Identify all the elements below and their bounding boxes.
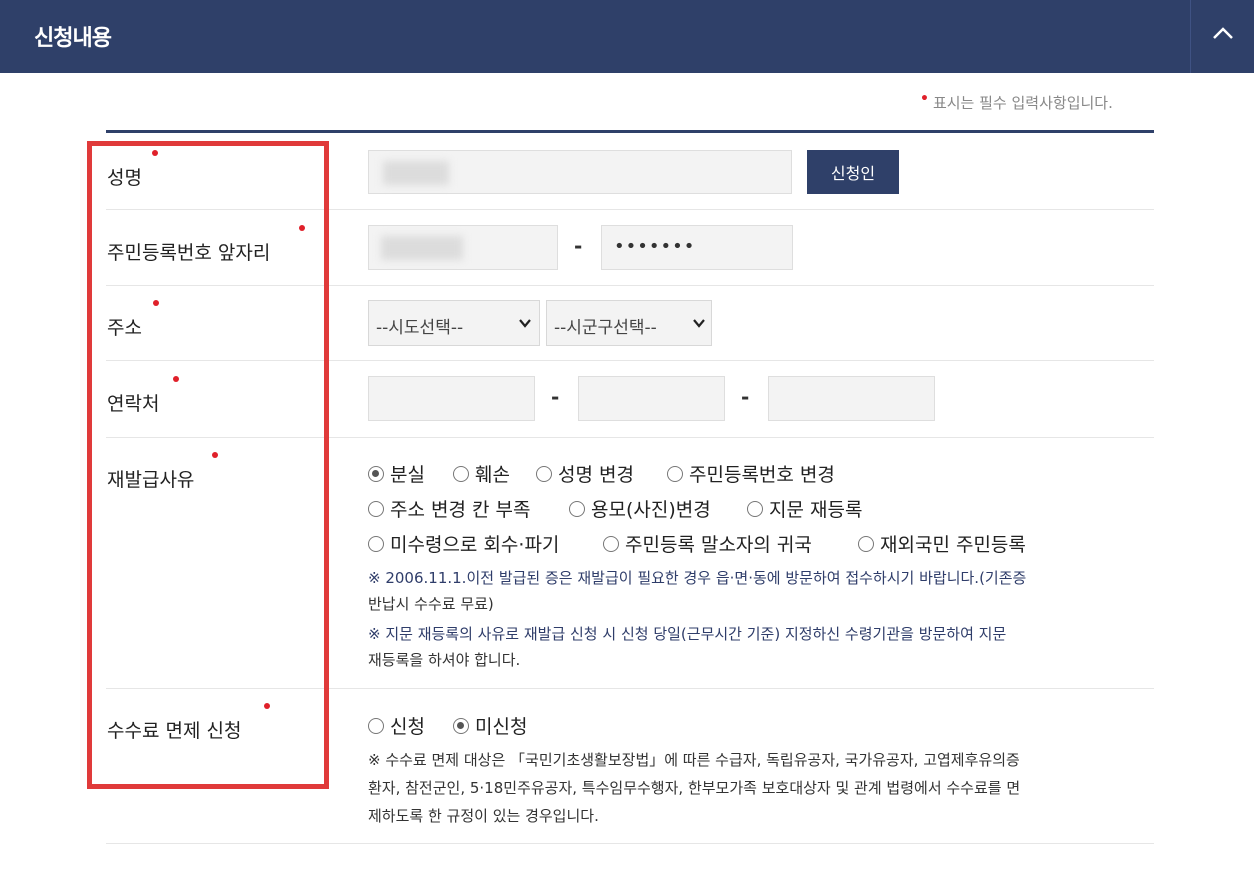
radio-button[interactable]	[747, 500, 763, 517]
masked-value: •••••••	[614, 236, 696, 257]
option-label: 훼손	[475, 464, 510, 486]
radio-button[interactable]	[453, 717, 469, 734]
radio-button[interactable]	[536, 465, 552, 482]
phone-dash: -	[741, 385, 750, 409]
required-dot	[299, 225, 305, 231]
row-divider	[106, 285, 1154, 286]
required-note-text: 표시는 필수 입력사항입니다.	[932, 94, 1113, 112]
radio-button[interactable]	[858, 535, 874, 552]
fee-option-not-apply[interactable]: 미신청	[453, 712, 527, 739]
section-header: 신청내용	[0, 0, 1254, 73]
applicant-button[interactable]: 신청인	[807, 150, 899, 194]
radio-button[interactable]	[368, 465, 384, 482]
radio-button[interactable]	[453, 465, 469, 482]
reason-note-line: ※ 2006.11.1.이전 발급된 증은 재발급이 필요한 경우 읍·면·동에…	[368, 569, 1027, 587]
rrn-back-input[interactable]: •••••••	[601, 225, 793, 270]
collapse-button[interactable]	[1191, 0, 1254, 73]
option-label: 주민등록번호 변경	[689, 464, 835, 486]
required-marker: •	[920, 91, 929, 107]
required-dot	[153, 300, 159, 306]
row-divider	[106, 843, 1154, 844]
option-label: 주소 변경 칸 부족	[390, 499, 531, 521]
option-label: 주민등록 말소자의 귀국	[625, 534, 812, 556]
option-label: 분실	[390, 464, 425, 486]
reason-note-line: ※ 지문 재등록의 사유로 재발급 신청 시 신청 당일(근무시간 기준) 지정…	[368, 625, 1007, 643]
radio-button[interactable]	[368, 500, 384, 517]
option-label: 미수령으로 회수·파기	[390, 534, 560, 556]
fee-exemption-label: 수수료 면제 신청	[107, 720, 242, 742]
radio-button[interactable]	[368, 535, 384, 552]
required-dot	[173, 376, 179, 382]
form-top-border	[106, 130, 1154, 133]
phone-dash: -	[551, 385, 560, 409]
required-dot	[264, 703, 270, 709]
reason-option-rrn-change[interactable]: 주민등록번호 변경	[667, 460, 835, 487]
address-label: 주소	[107, 317, 142, 339]
reason-option-fingerprint[interactable]: 지문 재등록	[747, 495, 862, 522]
rrn-front-input[interactable]	[368, 225, 558, 270]
option-label: 성명 변경	[558, 464, 634, 486]
radio-button[interactable]	[667, 465, 683, 482]
redacted-value	[381, 236, 463, 260]
required-note: • 표시는 필수 입력사항입니다.	[920, 91, 1113, 113]
radio-button[interactable]	[368, 717, 384, 734]
fee-note-line: 제하도록 한 규정이 있는 경우입니다.	[368, 807, 599, 825]
reason-label: 재발급사유	[107, 469, 195, 491]
row-divider	[106, 360, 1154, 361]
radio-button[interactable]	[569, 500, 585, 517]
reason-option-photo-change[interactable]: 용모(사진)변경	[569, 495, 711, 522]
reason-option-loss[interactable]: 분실	[368, 460, 425, 487]
phone-part2-input[interactable]	[578, 376, 725, 421]
option-label: 미신청	[475, 716, 528, 738]
sigungu-select-value: --시군구선택--	[554, 318, 657, 338]
reason-option-name-change[interactable]: 성명 변경	[536, 460, 634, 487]
option-label: 용모(사진)변경	[591, 499, 711, 521]
reason-note-line: 반납시 수수료 무료)	[368, 595, 494, 613]
chevron-down-icon	[519, 319, 531, 328]
section-title: 신청내용	[34, 26, 112, 51]
fee-option-apply[interactable]: 신청	[368, 712, 425, 739]
required-dot	[212, 452, 218, 458]
option-label: 지문 재등록	[769, 499, 863, 521]
reason-option-damage[interactable]: 훼손	[453, 460, 510, 487]
name-input[interactable]	[368, 150, 792, 194]
required-dot	[152, 150, 158, 156]
reason-option-overseas[interactable]: 재외국민 주민등록	[858, 530, 1026, 557]
reason-option-unclaimed[interactable]: 미수령으로 회수·파기	[368, 530, 559, 557]
rrn-dash: -	[574, 234, 583, 258]
option-label: 재외국민 주민등록	[880, 534, 1026, 556]
contact-label: 연락처	[107, 393, 160, 415]
chevron-up-icon	[1213, 27, 1233, 39]
option-label: 신청	[390, 716, 425, 738]
sido-select-value: --시도선택--	[376, 318, 464, 338]
radio-button[interactable]	[603, 535, 619, 552]
reason-note-line: 재등록을 하셔야 합니다.	[368, 651, 521, 669]
name-label: 성명	[107, 167, 142, 189]
row-divider	[106, 209, 1154, 210]
rrn-label: 주민등록번호 앞자리	[107, 242, 271, 264]
fee-note-line: 환자, 참전군인, 5·18민주유공자, 특수임무수행자, 한부모가족 보호대상…	[368, 779, 1021, 797]
sido-select[interactable]: --시도선택--	[368, 300, 540, 346]
phone-part3-input[interactable]	[768, 376, 935, 421]
fee-note-line: ※ 수수료 면제 대상은 「국민기초생활보장법」에 따른 수급자, 독립유공자,…	[368, 751, 1020, 769]
row-divider	[106, 688, 1154, 689]
reason-option-address-space[interactable]: 주소 변경 칸 부족	[368, 495, 530, 522]
phone-part1-input[interactable]	[368, 376, 535, 421]
reason-option-return[interactable]: 주민등록 말소자의 귀국	[603, 530, 812, 557]
chevron-down-icon	[693, 319, 705, 328]
row-divider	[106, 437, 1154, 438]
redacted-value	[383, 161, 449, 185]
sigungu-select[interactable]: --시군구선택--	[546, 300, 712, 346]
